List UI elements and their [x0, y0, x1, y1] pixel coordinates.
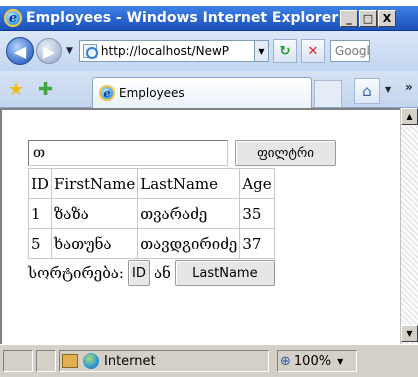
- vertical-scrollbar[interactable]: ▲ ▼: [400, 108, 418, 344]
- tab-label: Employees: [119, 86, 185, 100]
- table-row: 1 ზაზა თვარაძე 35: [28, 198, 275, 229]
- favorites-star-icon[interactable]: ★: [8, 79, 24, 100]
- minimize-button[interactable]: _: [340, 10, 358, 27]
- address-text[interactable]: http://localhost/NewP: [101, 44, 254, 58]
- filter-button[interactable]: ფილტრი: [235, 140, 336, 166]
- cell-id: 1: [28, 198, 52, 229]
- tab-ie-icon: e: [99, 85, 115, 101]
- cell-firstname: ზაზა: [50, 198, 139, 229]
- internet-globe-icon: [83, 353, 99, 369]
- column-header-firstname: FirstName: [50, 168, 139, 199]
- search-input[interactable]: Googl: [329, 40, 370, 62]
- cell-age: 37: [239, 228, 275, 259]
- sort-or-text: ან: [153, 264, 171, 282]
- status-cell: [36, 350, 56, 372]
- history-dropdown-icon[interactable]: ▼: [66, 46, 73, 56]
- security-zone[interactable]: Internet: [59, 350, 269, 372]
- protected-mode-icon: [62, 354, 78, 368]
- scroll-up-button[interactable]: ▲: [401, 108, 418, 125]
- scroll-down-button[interactable]: ▼: [401, 325, 418, 342]
- navigation-bar: ◀ ▶ ▼ http://localhost/NewP ▼ ↻ ✕ Googl: [0, 31, 418, 71]
- employees-table: ID FirstName LastName Age 1 ზაზა თვარაძე…: [28, 168, 275, 259]
- stop-button[interactable]: ✕: [300, 39, 325, 63]
- table-header-row: ID FirstName LastName Age: [28, 168, 275, 199]
- home-button[interactable]: ⌂: [354, 78, 380, 104]
- home-dropdown-icon[interactable]: ▼: [385, 85, 391, 94]
- cell-id: 5: [28, 228, 52, 259]
- page-icon: [82, 44, 98, 59]
- table-row: 5 ხათუნა თავდგირიძე 37: [28, 228, 275, 259]
- zone-label: Internet: [104, 353, 156, 369]
- address-bar[interactable]: http://localhost/NewP ▼: [78, 40, 269, 62]
- zoom-control[interactable]: ⊕ 100% ▼: [277, 350, 357, 372]
- address-dropdown-icon[interactable]: ▼: [253, 41, 268, 61]
- tab-bar: ★ ✚ e Employees ⌂ ▼ »: [0, 71, 418, 108]
- forward-button[interactable]: ▶: [36, 38, 62, 64]
- zoom-dropdown-icon[interactable]: ▼: [337, 357, 343, 366]
- tab-employees[interactable]: e Employees: [92, 77, 312, 108]
- column-header-lastname: LastName: [137, 168, 241, 199]
- column-header-age: Age: [239, 168, 275, 199]
- more-tools-chevron-icon[interactable]: »: [405, 80, 413, 94]
- zoom-icon: ⊕: [280, 353, 291, 369]
- title-bar: e Employees - Windows Internet Explorer …: [0, 6, 418, 31]
- cell-firstname: ხათუნა: [50, 228, 139, 259]
- window-controls: _ □ X: [340, 10, 396, 27]
- sort-row: სორტირება: ID ან LastName: [28, 260, 275, 286]
- add-favorites-icon[interactable]: ✚: [38, 79, 53, 100]
- column-header-id: ID: [28, 168, 52, 199]
- cell-lastname: თავდგირიძე: [137, 228, 241, 259]
- refresh-button[interactable]: ↻: [272, 39, 297, 63]
- ie-logo-icon: e: [4, 9, 22, 27]
- sort-by-lastname-button[interactable]: LastName: [174, 260, 275, 286]
- sort-label: სორტირება:: [28, 264, 124, 282]
- back-button[interactable]: ◀: [6, 37, 34, 65]
- filter-row: ფილტრი: [28, 140, 336, 166]
- page-content: ფილტრი ID FirstName LastName Age 1 ზაზა …: [0, 108, 400, 344]
- filter-input[interactable]: [28, 140, 228, 166]
- cell-age: 35: [239, 198, 275, 229]
- zoom-level: 100%: [293, 353, 332, 369]
- window-title: Employees - Windows Internet Explorer: [26, 10, 339, 26]
- status-bar: Internet ⊕ 100% ▼: [0, 344, 418, 377]
- new-tab-button[interactable]: [314, 80, 342, 107]
- sort-by-id-button[interactable]: ID: [127, 260, 150, 286]
- maximize-button[interactable]: □: [359, 10, 377, 27]
- close-button[interactable]: X: [378, 10, 396, 27]
- status-cell: [3, 350, 33, 372]
- cell-lastname: თვარაძე: [137, 198, 241, 229]
